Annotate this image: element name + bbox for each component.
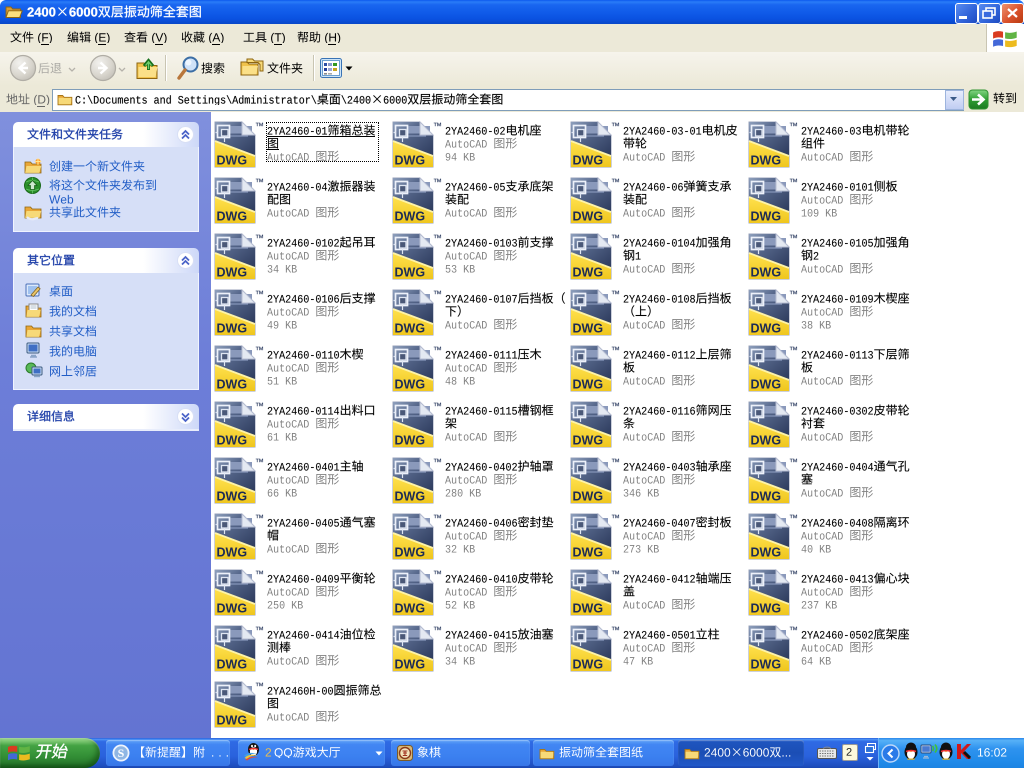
- svg-text:S: S: [118, 746, 125, 760]
